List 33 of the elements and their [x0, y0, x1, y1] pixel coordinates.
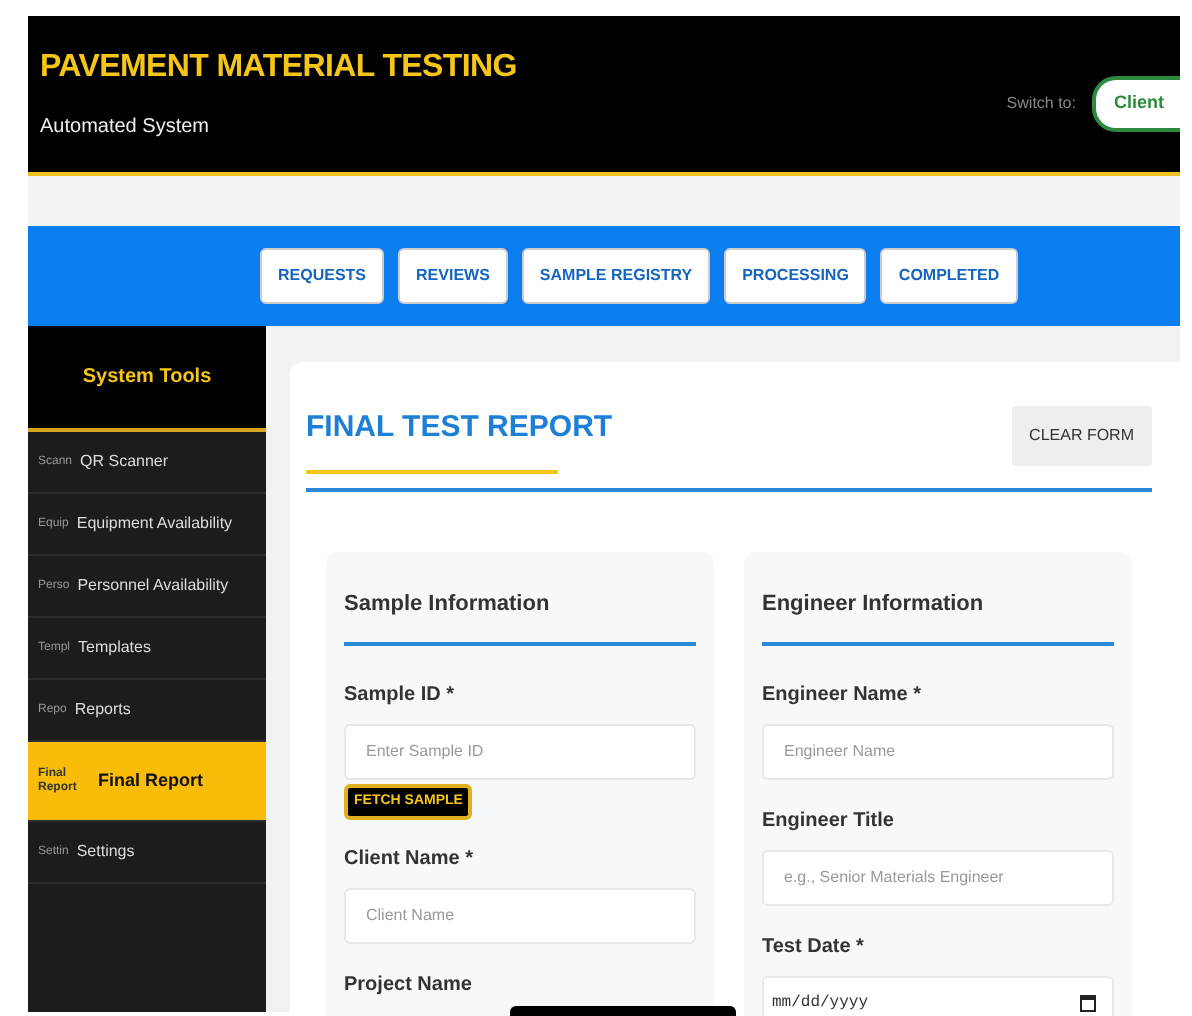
report-title: FINAL TEST REPORT: [306, 412, 613, 442]
field-label: Engineer Name *: [762, 681, 923, 709]
date-field[interactable]: mm/dd/yyyy: [762, 975, 1114, 1016]
input-field[interactable]: Engineer Name: [762, 723, 1114, 779]
nav-button[interactable]: REQUESTS: [260, 248, 385, 304]
input-field[interactable]: e.g., Senior Materials Engineer: [762, 849, 1114, 905]
field-label: Test Date *: [762, 933, 866, 961]
input-field[interactable]: Client Name: [344, 887, 696, 944]
nav-button[interactable]: REVIEWS: [398, 248, 508, 304]
sidebar-label: QR Scanner: [80, 450, 169, 474]
calendar-icon[interactable]: [1080, 994, 1096, 1012]
sidebar-label: Equipment Availability: [76, 512, 233, 536]
section-title: Sample Information: [344, 590, 552, 620]
sidebar-label: Final Report: [98, 767, 204, 794]
app-subtitle: Automated System: [40, 114, 211, 142]
sidebar-label: Templates: [78, 636, 151, 660]
sidebar-label: Personnel Availability: [77, 574, 229, 598]
field-label: Client Name *: [344, 845, 475, 874]
nav-button[interactable]: SAMPLE REGISTRY: [521, 248, 711, 304]
section-title: Engineer Information: [762, 590, 986, 620]
field-label: Project Name: [344, 971, 474, 1000]
switch-label: Switch to:: [1006, 91, 1076, 116]
field-label: Sample ID *: [344, 681, 457, 709]
sidebar-label: Reports: [74, 698, 131, 722]
input-field[interactable]: Enter Sample ID: [344, 723, 696, 779]
app-title: PAVEMENT MATERIAL TESTING: [40, 52, 517, 84]
switch-button[interactable]: Client: [1091, 76, 1180, 131]
clear-form-button[interactable]: CLEAR FORM: [1011, 406, 1152, 466]
sidebar-label: Settings: [76, 840, 135, 864]
nav-button[interactable]: PROCESSING: [724, 248, 867, 304]
field-label: Engineer Title: [762, 807, 896, 835]
sidebar-title: System Tools: [82, 364, 212, 392]
nav-button[interactable]: COMPLETED: [880, 248, 1018, 304]
